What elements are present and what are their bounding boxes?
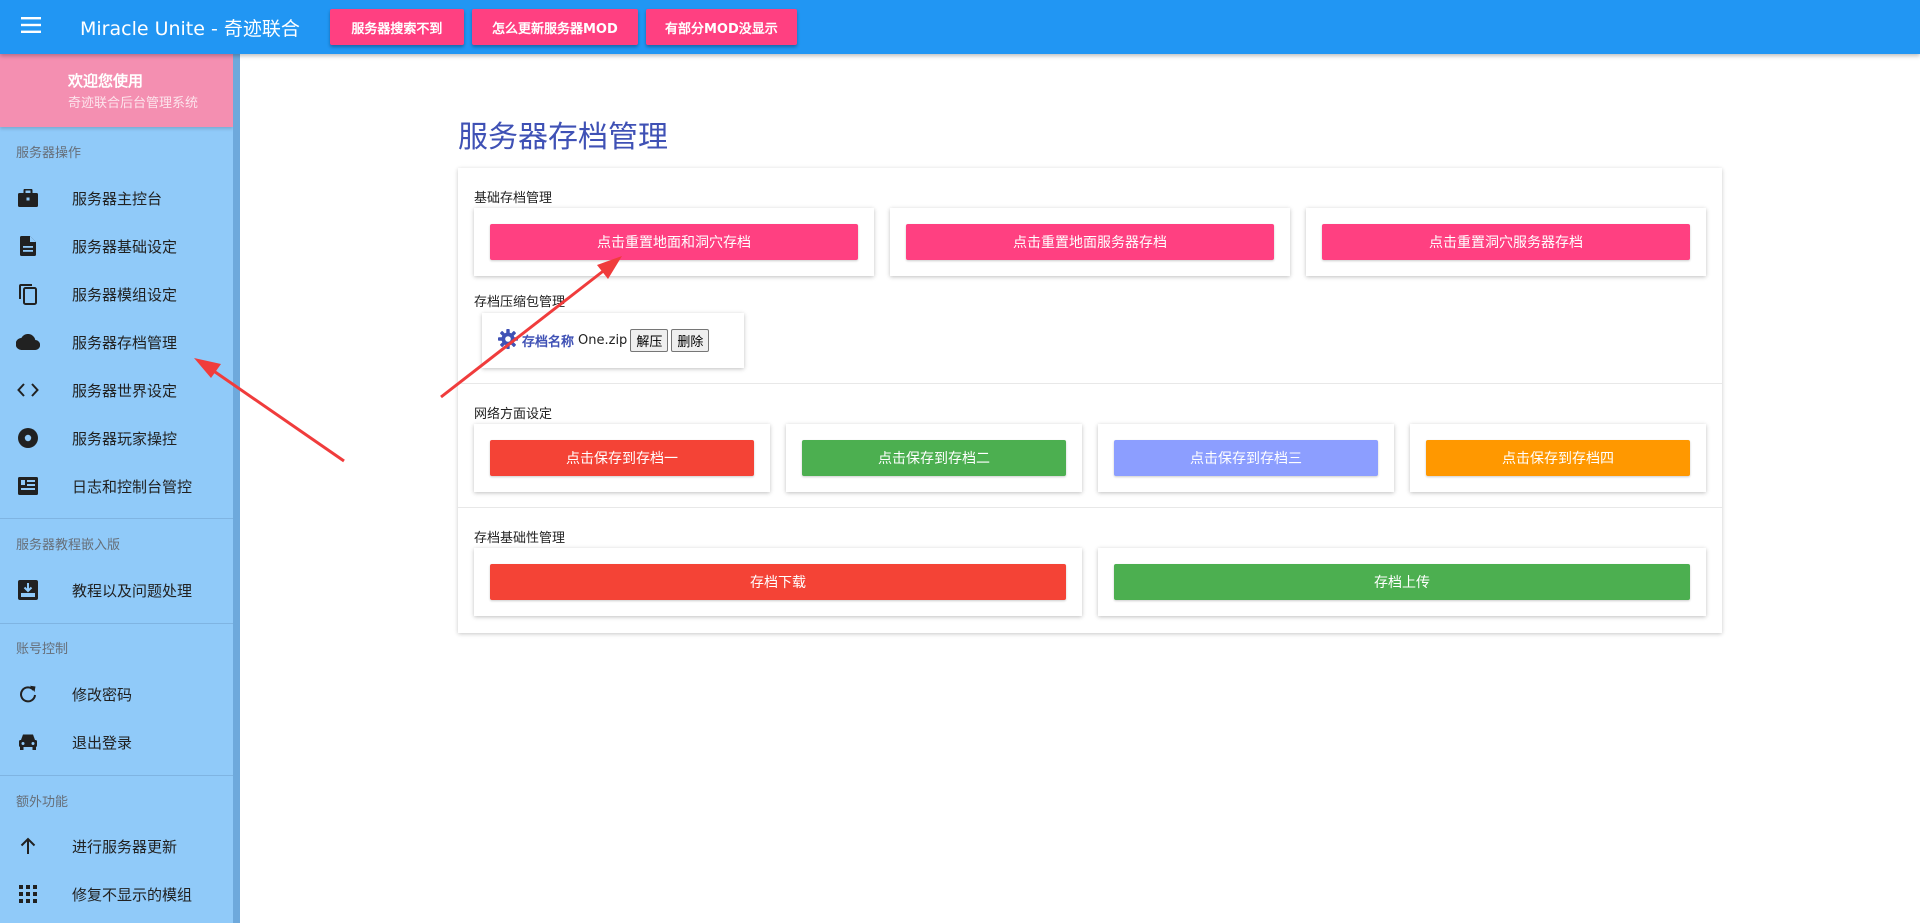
sidebar-item-label: 服务器基础设定 [72,237,178,256]
sidebar-divider [0,623,233,624]
sidebar-item-label: 修改密码 [72,685,133,704]
arrow-up-icon [16,834,40,858]
save-slot-4-button[interactable]: 点击保存到存档四 [1426,440,1690,476]
welcome-subtitle: 奇迹联合后台管理系统 [68,96,199,111]
gear-icon [498,328,518,353]
sidebar: 欢迎您使用 奇迹联合后台管理系统 服务器操作 服务器主控台 服务器基础设定 服务… [0,54,240,923]
code-icon [16,378,40,402]
app-bar: Miracle Unite - 奇迹联合 服务器搜索不到 怎么更新服务器MOD … [0,0,1920,54]
reset-cave-button[interactable]: 点击重置洞穴服务器存档 [1322,224,1690,260]
archive-upload-button[interactable]: 存档上传 [1114,564,1690,600]
copy-icon [16,282,40,306]
section-label-server-ops: 服务器操作 [16,146,82,161]
section-label-tutorial: 服务器教程嵌入版 [16,538,121,553]
reset-surface-cave-button[interactable]: 点击重置地面和洞穴存档 [490,224,858,260]
sidebar-item-label: 服务器世界设定 [72,381,178,400]
archive-name-label: 存档名称 [522,335,575,350]
section-label-extra: 额外功能 [16,795,69,810]
document-icon [16,234,40,258]
sidebar-item-logout[interactable]: 退出登录 [0,718,233,766]
disc-icon [16,426,40,450]
network-settings-label: 网络方面设定 [474,407,553,422]
sidebar-item-archive-management[interactable]: 服务器存档管理 [0,318,233,366]
update-mod-button[interactable]: 怎么更新服务器MOD [471,9,638,45]
reset-surface-button[interactable]: 点击重置地面服务器存档 [906,224,1274,260]
sidebar-item-change-password[interactable]: 修改密码 [0,670,233,718]
delete-button[interactable]: 删除 [671,329,710,352]
section-divider [458,507,1722,508]
archive-zip-card: 存档名称 One.zip 解压 删除 [482,313,744,368]
mod-not-shown-button[interactable]: 有部分MOD没显示 [645,9,797,45]
sidebar-item-console[interactable]: 服务器主控台 [0,174,233,222]
basic-archive-label: 基础存档管理 [474,191,553,206]
welcome-banner: 欢迎您使用 奇迹联合后台管理系统 [0,54,233,127]
section-divider [458,383,1722,384]
sidebar-item-logs-console[interactable]: 日志和控制台管控 [0,462,233,510]
sidebar-item-label: 日志和控制台管控 [72,477,193,496]
welcome-title: 欢迎您使用 [68,72,144,90]
section-label-account: 账号控制 [16,642,69,657]
refresh-icon [16,682,40,706]
sidebar-item-world-settings[interactable]: 服务器世界设定 [0,366,233,414]
sidebar-item-player-control[interactable]: 服务器玩家操控 [0,414,233,462]
cloud-icon [16,330,40,354]
server-not-found-button[interactable]: 服务器搜索不到 [329,9,464,45]
archive-basic-label: 存档基础性管理 [474,531,566,546]
sidebar-scrollbar[interactable] [233,54,240,923]
sidebar-item-server-update[interactable]: 进行服务器更新 [0,822,233,870]
sidebar-divider [0,518,233,519]
save-slot-2-button[interactable]: 点击保存到存档二 [802,440,1066,476]
sidebar-item-label: 服务器主控台 [72,189,163,208]
page-title: 服务器存档管理 [458,120,668,155]
app-title: Miracle Unite - 奇迹联合 [80,17,300,40]
car-icon [16,730,40,754]
archive-file-name: One.zip [578,333,628,348]
sidebar-item-label: 修复不显示的模组 [72,885,193,904]
dashboard-icon [16,474,40,498]
save-slot-1-button[interactable]: 点击保存到存档一 [490,440,754,476]
archive-download-button[interactable]: 存档下载 [490,564,1066,600]
sidebar-item-fix-mods[interactable]: 修复不显示的模组 [0,870,233,918]
sidebar-item-basic-settings[interactable]: 服务器基础设定 [0,222,233,270]
sidebar-divider [0,775,233,776]
menu-icon [21,17,43,37]
sidebar-item-tutorial[interactable]: 教程以及问题处理 [0,566,233,614]
sidebar-item-label: 退出登录 [72,733,133,752]
sidebar-item-label: 服务器存档管理 [72,333,178,352]
sidebar-item-label: 服务器模组设定 [72,285,178,304]
sidebar-item-label: 服务器玩家操控 [72,429,178,448]
sidebar-item-mod-settings[interactable]: 服务器模组设定 [0,270,233,318]
download-box-icon [16,578,40,602]
extract-button[interactable]: 解压 [630,329,669,352]
sidebar-item-label: 进行服务器更新 [72,837,178,856]
briefcase-icon [16,186,40,210]
sidebar-item-label: 教程以及问题处理 [72,581,193,600]
compress-archive-label: 存档压缩包管理 [474,295,566,310]
apps-grid-icon [16,882,40,906]
save-slot-3-button[interactable]: 点击保存到存档三 [1114,440,1378,476]
menu-button[interactable] [0,0,64,54]
